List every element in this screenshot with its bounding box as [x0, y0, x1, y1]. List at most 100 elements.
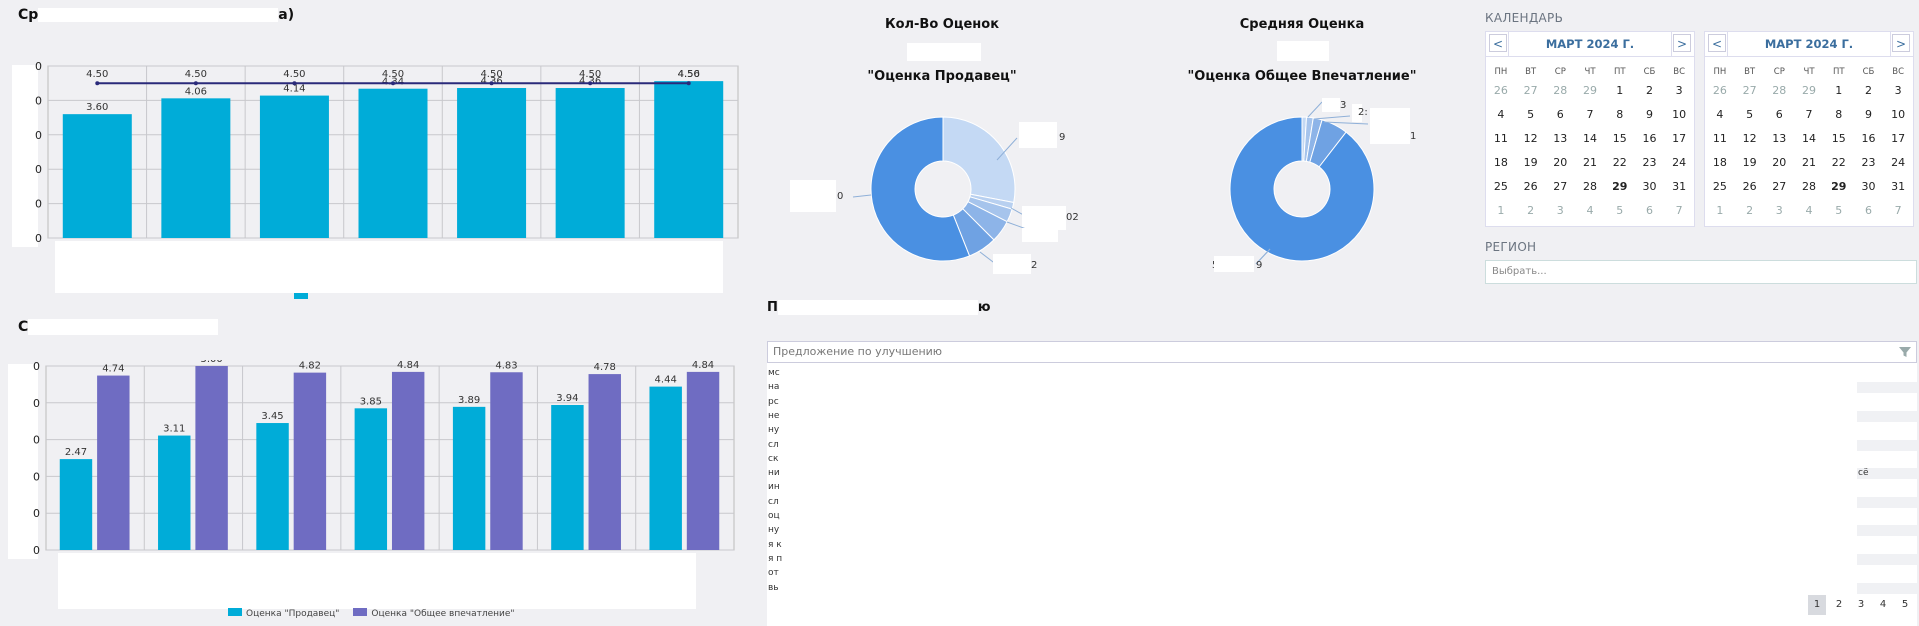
chevron-right-icon[interactable]: >: [1673, 34, 1691, 52]
calendar-day[interactable]: 25: [1705, 175, 1735, 199]
chevron-left-icon[interactable]: <: [1708, 34, 1726, 52]
calendar-day[interactable]: 18: [1486, 151, 1516, 175]
calendar-day[interactable]: 6: [1854, 199, 1884, 223]
calendar-day[interactable]: 23: [1854, 151, 1884, 175]
calendar-day[interactable]: 1: [1824, 79, 1854, 103]
chevron-right-icon[interactable]: >: [1892, 34, 1910, 52]
table-row[interactable]: ск: [767, 452, 1917, 466]
calendar-day[interactable]: 7: [1794, 103, 1824, 127]
calendar-day[interactable]: 2: [1735, 199, 1765, 223]
table-row[interactable]: ну: [767, 523, 1917, 537]
table-row[interactable]: на: [767, 380, 1917, 394]
table-row[interactable]: ни сё: [767, 466, 1918, 480]
calendar-day[interactable]: 4: [1575, 199, 1605, 223]
table-row[interactable]: ин: [767, 480, 1917, 494]
calendar-day[interactable]: 30: [1854, 175, 1884, 199]
calendar-day[interactable]: 10: [1883, 103, 1913, 127]
calendar-day[interactable]: 22: [1824, 151, 1854, 175]
page-button[interactable]: 5: [1896, 595, 1914, 615]
calendar-day[interactable]: 26: [1516, 175, 1546, 199]
calendar-day[interactable]: 4: [1486, 103, 1516, 127]
calendar-day[interactable]: 5: [1824, 199, 1854, 223]
calendar-day[interactable]: 19: [1516, 151, 1546, 175]
calendar-day[interactable]: 11: [1486, 127, 1516, 151]
calendar-day[interactable]: 12: [1516, 127, 1546, 151]
table-row[interactable]: сл: [767, 495, 1917, 509]
calendar-day[interactable]: 8: [1605, 103, 1635, 127]
table-row[interactable]: от: [767, 566, 1917, 580]
calendar-day[interactable]: 9: [1635, 103, 1665, 127]
calendar-day[interactable]: 28: [1575, 175, 1605, 199]
filter-icon[interactable]: [1898, 345, 1912, 359]
calendar-day[interactable]: 7: [1664, 199, 1694, 223]
table-row[interactable]: рс: [767, 395, 1917, 409]
calendar-day[interactable]: 14: [1575, 127, 1605, 151]
calendar-day[interactable]: 22: [1605, 151, 1635, 175]
calendar-day[interactable]: 10: [1664, 103, 1694, 127]
calendar-day[interactable]: 3: [1545, 199, 1575, 223]
page-button[interactable]: 4: [1874, 595, 1892, 615]
calendar-day[interactable]: 31: [1883, 175, 1913, 199]
calendar-day[interactable]: 31: [1664, 175, 1694, 199]
calendar-day[interactable]: 6: [1635, 199, 1665, 223]
calendar-day[interactable]: 2: [1854, 79, 1884, 103]
table-row[interactable]: вь: [767, 581, 1917, 595]
calendar-day[interactable]: 26: [1486, 79, 1516, 103]
calendar-day[interactable]: 17: [1883, 127, 1913, 151]
calendar-day[interactable]: 16: [1635, 127, 1665, 151]
calendar-day[interactable]: 8: [1824, 103, 1854, 127]
calendar-day[interactable]: 25: [1486, 175, 1516, 199]
calendar-day[interactable]: 30: [1635, 175, 1665, 199]
calendar-day[interactable]: 18: [1705, 151, 1735, 175]
table-row[interactable]: я п: [767, 552, 1917, 566]
calendar-day[interactable]: 4: [1705, 103, 1735, 127]
calendar-day[interactable]: 24: [1883, 151, 1913, 175]
calendar-day[interactable]: 1: [1705, 199, 1735, 223]
calendar-day[interactable]: 5: [1735, 103, 1765, 127]
calendar-day[interactable]: 27: [1545, 175, 1575, 199]
calendar-day[interactable]: 6: [1764, 103, 1794, 127]
page-button[interactable]: 1: [1808, 595, 1826, 615]
table-row[interactable]: оц: [767, 509, 1917, 523]
calendar-day[interactable]: 5: [1516, 103, 1546, 127]
calendar-day[interactable]: 7: [1883, 199, 1913, 223]
calendar-day[interactable]: 19: [1735, 151, 1765, 175]
table-row[interactable]: ну: [767, 423, 1917, 437]
table-row[interactable]: я к: [767, 538, 1917, 552]
calendar-day[interactable]: 5: [1605, 199, 1635, 223]
calendar-day[interactable]: 15: [1824, 127, 1854, 151]
calendar-day[interactable]: 28: [1794, 175, 1824, 199]
calendar-day[interactable]: 3: [1883, 79, 1913, 103]
calendar-day[interactable]: 27: [1764, 175, 1794, 199]
chevron-left-icon[interactable]: <: [1489, 34, 1507, 52]
calendar-day[interactable]: 27: [1516, 79, 1546, 103]
calendar-day[interactable]: 1: [1486, 199, 1516, 223]
region-select[interactable]: Выбрать...: [1485, 260, 1917, 284]
calendar-day[interactable]: 28: [1764, 79, 1794, 103]
calendar-day[interactable]: 7: [1575, 103, 1605, 127]
calendar-day[interactable]: 16: [1854, 127, 1884, 151]
filter-input[interactable]: Предложение по улучшению: [767, 341, 1917, 363]
calendar-month-title[interactable]: МАРТ 2024 Г.: [1727, 32, 1891, 56]
calendar-day[interactable]: 29: [1605, 175, 1635, 199]
calendar-day[interactable]: 17: [1664, 127, 1694, 151]
calendar-day[interactable]: 21: [1575, 151, 1605, 175]
calendar-day[interactable]: 4: [1794, 199, 1824, 223]
calendar-day[interactable]: 2: [1635, 79, 1665, 103]
calendar-day[interactable]: 24: [1664, 151, 1694, 175]
calendar-day[interactable]: 12: [1735, 127, 1765, 151]
calendar-day[interactable]: 26: [1705, 79, 1735, 103]
calendar-day[interactable]: 28: [1545, 79, 1575, 103]
calendar-day[interactable]: 29: [1575, 79, 1605, 103]
page-button[interactable]: 3: [1852, 595, 1870, 615]
calendar-day[interactable]: 29: [1794, 79, 1824, 103]
calendar-day[interactable]: 3: [1764, 199, 1794, 223]
calendar-day[interactable]: 13: [1764, 127, 1794, 151]
calendar-month-title[interactable]: МАРТ 2024 Г.: [1508, 32, 1672, 56]
calendar-day[interactable]: 15: [1605, 127, 1635, 151]
calendar-day[interactable]: 1: [1605, 79, 1635, 103]
calendar-day[interactable]: 14: [1794, 127, 1824, 151]
calendar-day[interactable]: 11: [1705, 127, 1735, 151]
table-row[interactable]: мс: [767, 366, 1917, 380]
calendar-day[interactable]: 3: [1664, 79, 1694, 103]
